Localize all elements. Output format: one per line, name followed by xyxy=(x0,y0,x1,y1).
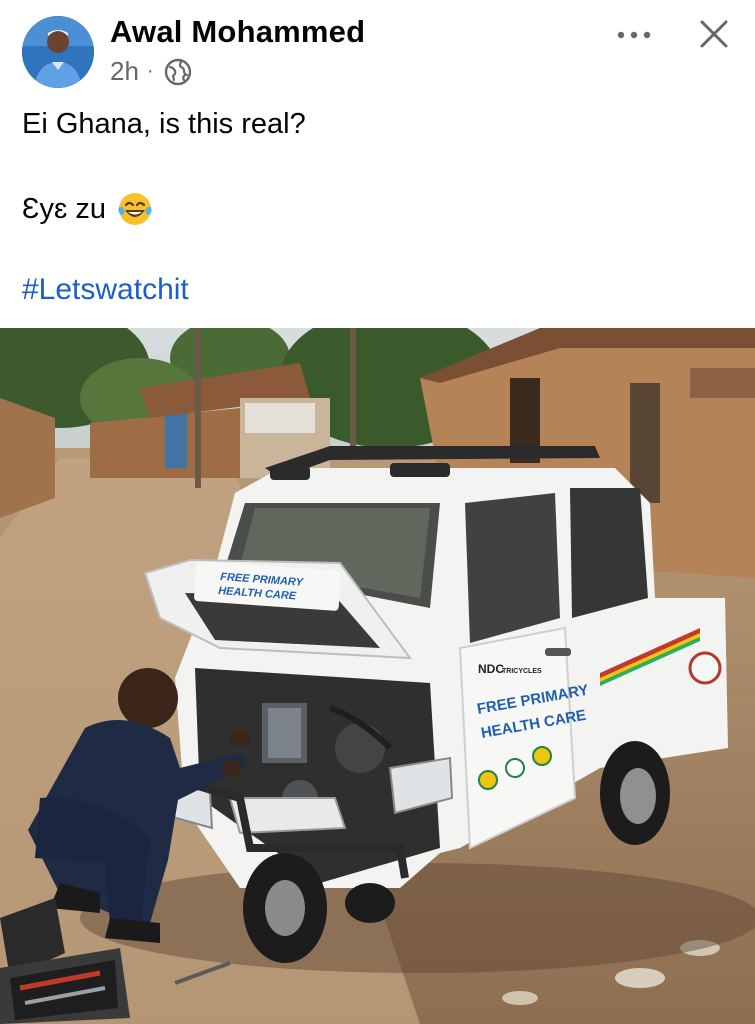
door-badge-text: NDC xyxy=(478,662,504,676)
author-name[interactable]: Awal Mohammed xyxy=(110,14,365,50)
post-photo[interactable]: NDC TRICYCLES FREE PRIMARY HEALTH CARE F… xyxy=(0,328,755,1024)
post-header: Awal Mohammed 2h · xyxy=(0,0,755,100)
more-options-button[interactable] xyxy=(612,20,656,50)
globe-icon xyxy=(164,58,192,86)
close-button[interactable] xyxy=(694,14,734,54)
laughing-tears-emoji-icon xyxy=(116,190,154,228)
avatar-image xyxy=(22,16,94,88)
post-meta: 2h · xyxy=(110,56,192,87)
close-icon xyxy=(700,20,728,48)
post-text-line-2-text: Ɛyɛ zu xyxy=(22,192,106,225)
tricycle-photo-image: NDC TRICYCLES FREE PRIMARY HEALTH CARE F… xyxy=(0,328,755,1024)
post-text-line-2: Ɛyɛ zu xyxy=(22,190,154,228)
more-dots-icon xyxy=(617,31,651,39)
post-text-line-1: Ei Ghana, is this real? xyxy=(22,108,306,140)
facebook-post: Awal Mohammed 2h · Ei Ghana, is this rea… xyxy=(0,0,755,1024)
post-timestamp[interactable]: 2h xyxy=(110,56,139,87)
door-badge-sub-text: TRICYCLES xyxy=(502,668,542,675)
hashtag-link[interactable]: #Letswatchit xyxy=(22,273,189,307)
author-avatar[interactable] xyxy=(22,16,94,88)
meta-separator: · xyxy=(146,60,154,82)
